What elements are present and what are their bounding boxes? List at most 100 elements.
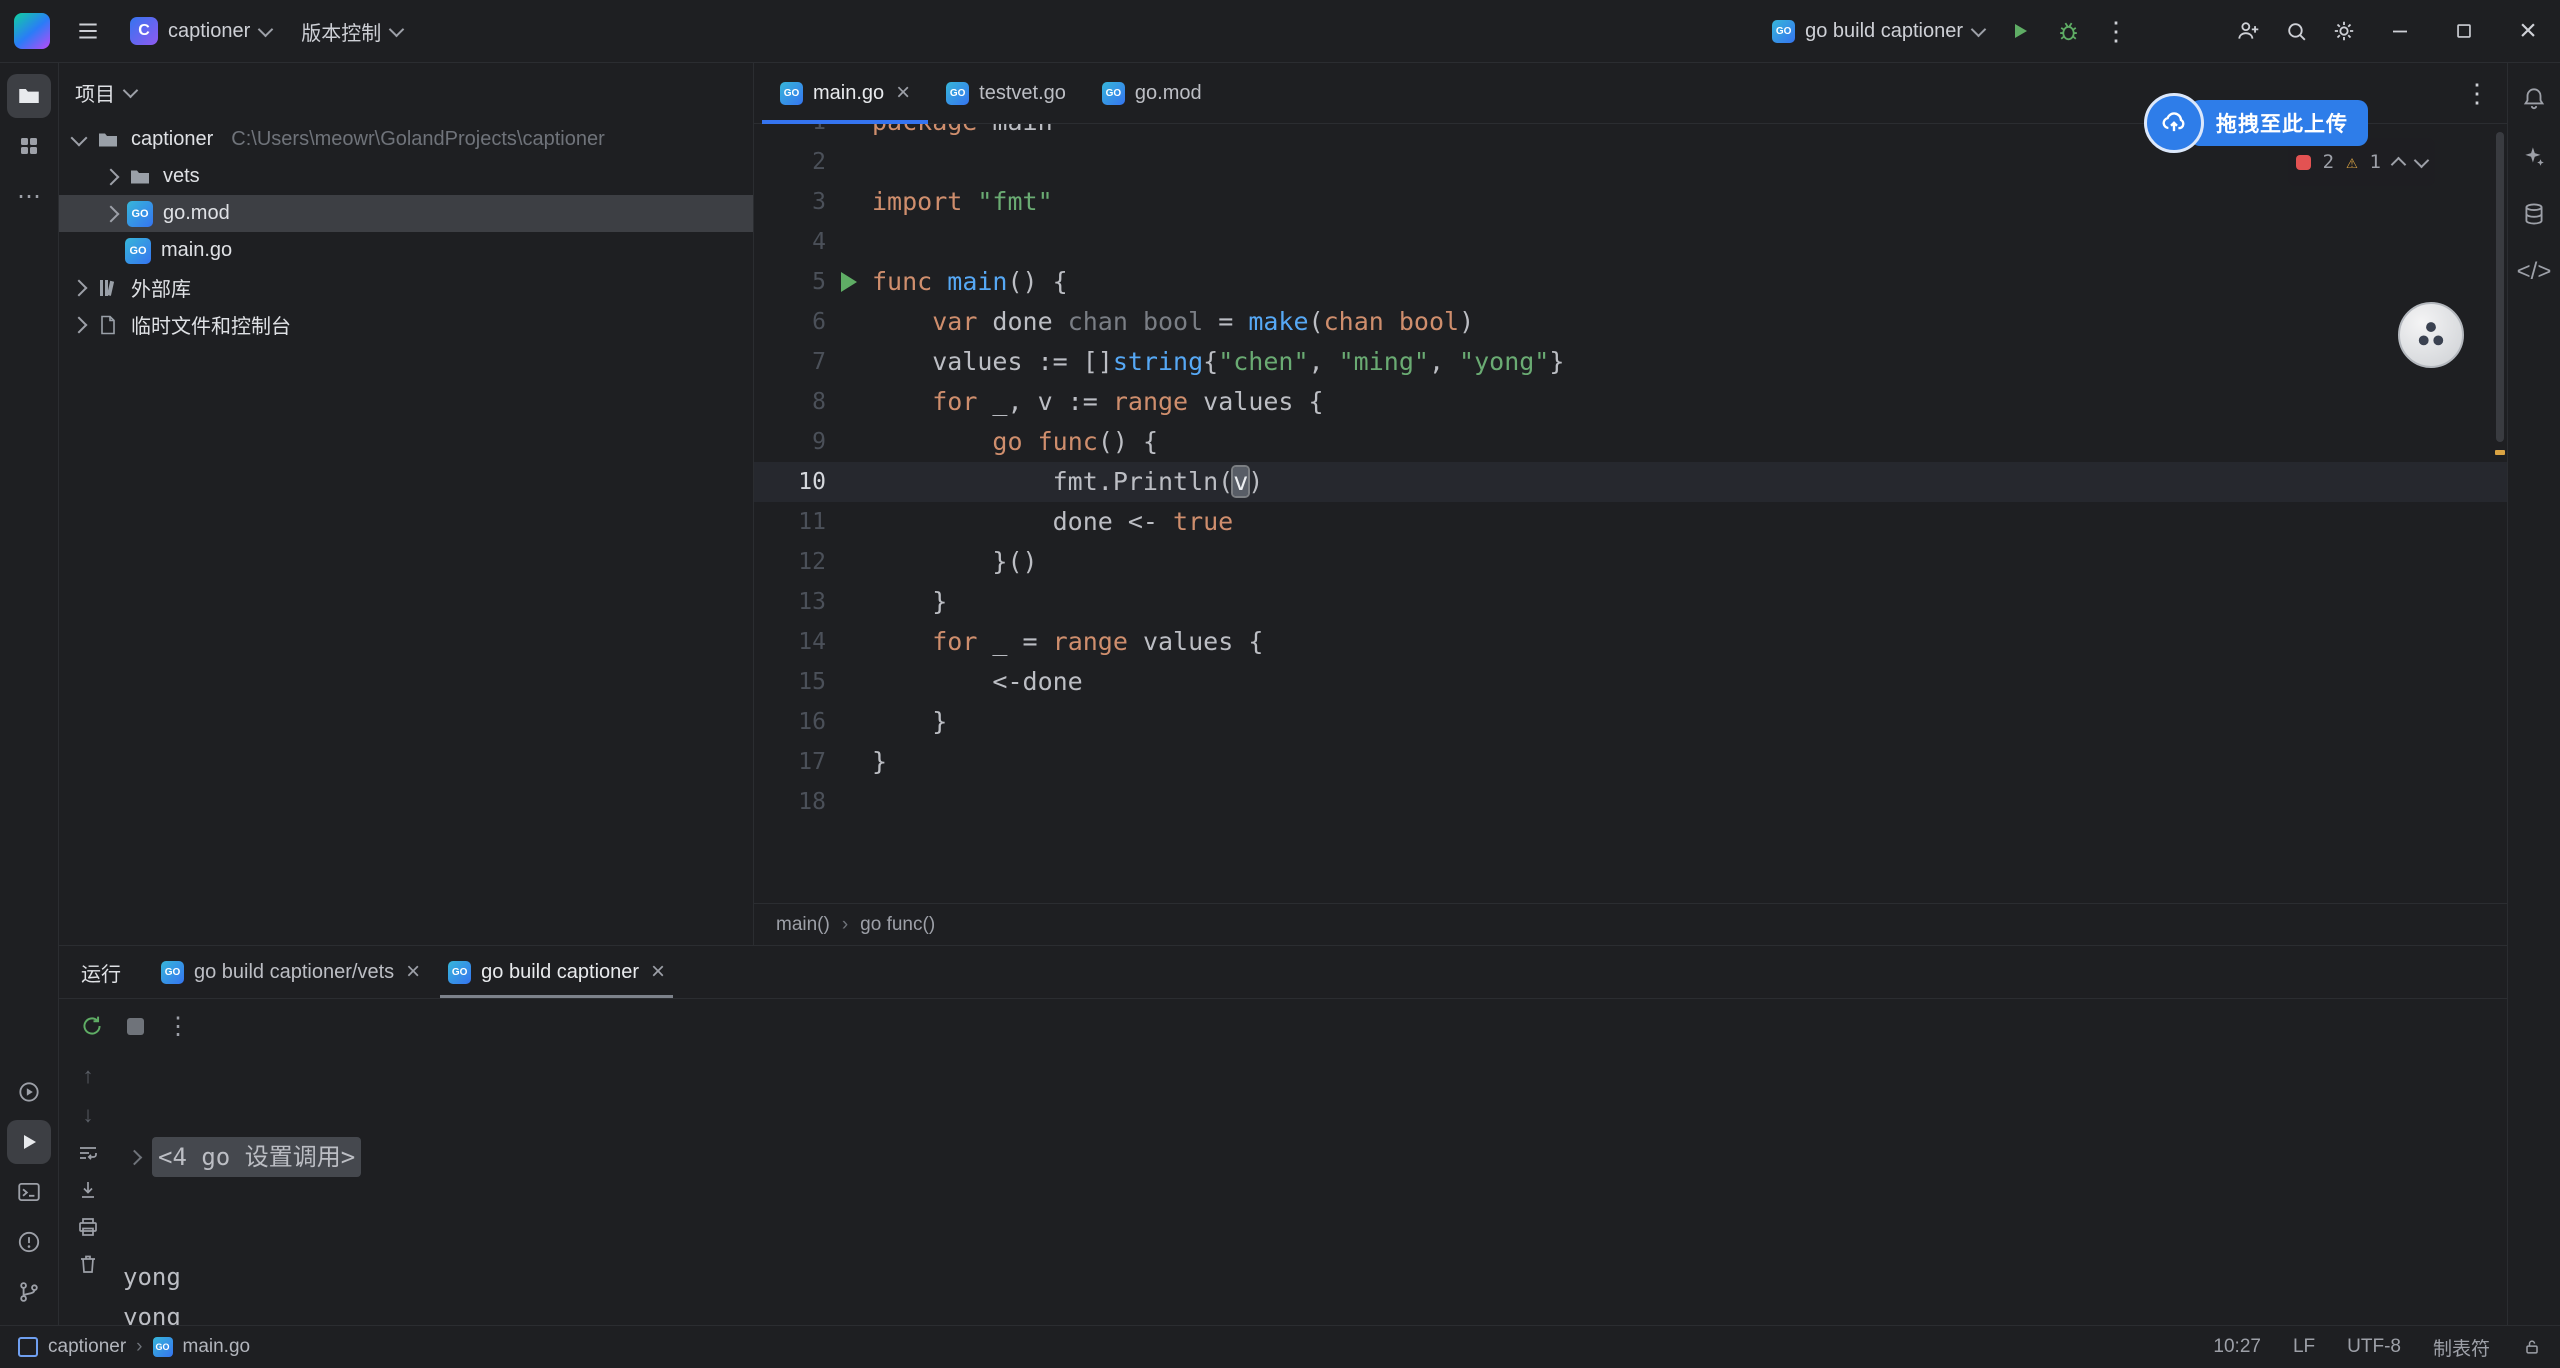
tool-window-more-button[interactable]: ⋯ [7, 174, 51, 218]
settings-button[interactable] [2320, 7, 2368, 55]
scroll-to-end-button[interactable] [76, 1178, 100, 1202]
fold-arrow-icon[interactable] [127, 1149, 143, 1165]
close-tab-icon[interactable]: × [896, 81, 910, 105]
tool-window-project-button[interactable] [7, 74, 51, 118]
project-widget[interactable]: C captioner [118, 9, 283, 53]
code-editor[interactable]: 1package main23import "fmt"45func main()… [754, 124, 2507, 903]
tool-window-problems-button[interactable] [7, 1220, 51, 1264]
console-output[interactable]: <4 go 设置调用> yongyongyong 进程 已完成，退出代码为 0 [117, 1053, 2507, 1325]
code-line-12[interactable]: 12 }() [754, 542, 2507, 582]
code-line-9[interactable]: 9 go func() { [754, 422, 2507, 462]
minimize-button[interactable] [2368, 0, 2432, 62]
editor-scrollbar[interactable] [2493, 124, 2507, 903]
chevron-collapsed-icon[interactable] [103, 205, 120, 222]
code-line-8[interactable]: 8 for _, v := range values { [754, 382, 2507, 422]
cursor-position-widget[interactable]: 10:27 [2213, 1336, 2261, 1358]
run-line-icon[interactable] [841, 272, 857, 292]
chevron-collapsed-icon[interactable] [71, 279, 88, 296]
code-text: done <- true [872, 502, 1233, 542]
tool-window-ai-assistant-button[interactable] [2512, 134, 2556, 178]
floating-widget-avatar[interactable] [2398, 302, 2464, 368]
chevron-collapsed-icon[interactable] [103, 168, 120, 185]
code-line-18[interactable]: 18 [754, 782, 2507, 822]
soft-wrap-button[interactable] [76, 1141, 100, 1165]
indent-widget[interactable]: 制表符 [2433, 1334, 2490, 1361]
maximize-button[interactable] [2432, 0, 2496, 62]
tree-item-captioner[interactable]: captionerC:\Users\meowr\GolandProjects\c… [59, 121, 753, 158]
scrollbar-thumb[interactable] [2496, 132, 2504, 442]
tree-item-go.mod[interactable]: GOgo.mod [59, 195, 753, 232]
editor-tab-testvet.go[interactable]: GOtestvet.go [928, 63, 1084, 123]
previous-problem-icon[interactable] [2391, 156, 2407, 172]
tool-window-run-button[interactable] [7, 1120, 51, 1164]
tool-window-services-button[interactable] [7, 1070, 51, 1114]
code-text: } [872, 582, 947, 622]
print-button[interactable] [76, 1215, 100, 1239]
arrow-up-button[interactable]: ↑ [83, 1063, 94, 1089]
run-panel-title[interactable]: 运行 [73, 946, 141, 998]
encoding-widget[interactable]: UTF-8 [2347, 1336, 2401, 1358]
code-line-6[interactable]: 6 var done chan bool = make(chan bool) [754, 302, 2507, 342]
tool-window-terminal-button[interactable] [7, 1170, 51, 1214]
tree-item-vets[interactable]: vets [59, 158, 753, 195]
code-token: { [1203, 347, 1218, 376]
code-line-15[interactable]: 15 <-done [754, 662, 2507, 702]
code-with-me-button[interactable] [2224, 7, 2272, 55]
code-line-4[interactable]: 4 [754, 222, 2507, 262]
debug-button[interactable] [2044, 7, 2092, 55]
tool-window-structure-button[interactable] [7, 124, 51, 168]
tool-window-version-control-button[interactable] [7, 1270, 51, 1314]
code-token: var [932, 307, 977, 336]
code-line-5[interactable]: 5func main() { [754, 262, 2507, 302]
code-line-3[interactable]: 3import "fmt" [754, 182, 2507, 222]
editor-tab-options-button[interactable]: ⋮ [2457, 78, 2497, 109]
tool-window-notifications-button[interactable] [2512, 76, 2556, 120]
tree-item-临时文件和控制台[interactable]: 临时文件和控制台 [59, 306, 753, 343]
line-separator-widget[interactable]: LF [2293, 1336, 2315, 1358]
code-line-17[interactable]: 17} [754, 742, 2507, 782]
breadcrumb-item[interactable]: go func() [860, 914, 935, 936]
tree-item-label: vets [163, 165, 200, 188]
project-panel-header[interactable]: 项目 [59, 63, 753, 121]
code-line-14[interactable]: 14 for _ = range values { [754, 622, 2507, 662]
main-menu-button[interactable] [64, 7, 112, 55]
folded-text[interactable]: <4 go 设置调用> [152, 1137, 361, 1177]
console-fold-line[interactable]: <4 go 设置调用> [123, 1137, 2507, 1177]
lock-icon[interactable] [2522, 1337, 2542, 1357]
editor-tab-main.go[interactable]: GOmain.go× [762, 63, 928, 123]
editor-tab-go.mod[interactable]: GOgo.mod [1084, 63, 1220, 123]
code-line-7[interactable]: 7 values := []string{"chen", "ming", "yo… [754, 342, 2507, 382]
left-tool-strip: ⋯ [0, 63, 59, 1325]
code-line-16[interactable]: 16 } [754, 702, 2507, 742]
code-line-10[interactable]: 10 fmt.Println(v) [754, 462, 2507, 502]
run-tab-go build captioner/vets[interactable]: GOgo build captioner/vets× [147, 946, 434, 998]
stop-button[interactable] [127, 1018, 144, 1035]
warning-stripe-mark[interactable] [2495, 450, 2505, 455]
next-problem-icon[interactable] [2414, 152, 2430, 168]
run-more-options-button[interactable]: ⋮ [166, 1012, 190, 1041]
breadcrumb-item[interactable]: main() [776, 914, 830, 936]
run-configuration-widget[interactable]: GO go build captioner [1760, 9, 1996, 53]
tree-item-外部库[interactable]: 外部库 [59, 269, 753, 306]
close-button[interactable]: × [2496, 0, 2560, 62]
close-tab-icon[interactable]: × [651, 960, 665, 984]
run-button[interactable] [1996, 7, 2044, 55]
chevron-expanded-icon[interactable] [71, 129, 88, 146]
run-tab-go build captioner[interactable]: GOgo build captioner× [434, 946, 679, 998]
rerun-button[interactable] [79, 1013, 105, 1039]
tool-window-code-tags-button[interactable]: </> [2512, 250, 2556, 294]
chevron-collapsed-icon[interactable] [71, 316, 88, 333]
arrow-down-button[interactable]: ↓ [83, 1102, 94, 1128]
statusbar-project[interactable]: captioner [48, 1336, 126, 1358]
code-line-11[interactable]: 11 done <- true [754, 502, 2507, 542]
tree-item-main.go[interactable]: GOmain.go [59, 232, 753, 269]
vcs-widget[interactable]: 版本控制 [289, 9, 414, 53]
more-actions-button[interactable]: ⋮ [2092, 7, 2140, 55]
tool-window-database-button[interactable] [2512, 192, 2556, 236]
statusbar-file[interactable]: main.go [183, 1336, 251, 1358]
clear-button[interactable] [76, 1252, 100, 1276]
code-line-13[interactable]: 13 } [754, 582, 2507, 622]
search-everywhere-button[interactable] [2272, 7, 2320, 55]
drag-upload-badge[interactable]: 拖拽至此上传 [2144, 93, 2368, 153]
close-tab-icon[interactable]: × [406, 960, 420, 984]
